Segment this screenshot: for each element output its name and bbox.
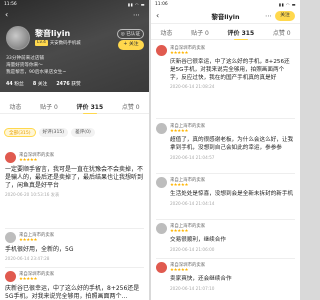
list-item: 来自上海市的卖家 ★★★★★ 超值了，真的很感谢老板，为什么会这么好，让我拿到手… bbox=[151, 121, 300, 160]
filter-positive[interactable]: 好评(315) bbox=[38, 128, 69, 137]
filter-negative[interactable]: 差评(0) bbox=[71, 128, 95, 137]
list-item: 来自深圳市的卖家 ★★★★★ 一定要顺手留言，我可是一直在犹豫会不会卖掉，不是骗… bbox=[0, 150, 149, 198]
bio-last-seen: 33分钟前来过店铺 bbox=[6, 56, 45, 61]
more-icon[interactable]: ⋯ bbox=[265, 11, 272, 21]
comment-header: 来自深圳市的卖家 ★★★★★ bbox=[156, 260, 295, 274]
status-icons: ▮▮ ◠ ▬ bbox=[278, 2, 296, 7]
comment-time: 2020-06-14 21:04:14 bbox=[170, 200, 215, 206]
status-time: 11:56 bbox=[4, 2, 17, 7]
rating-stars: ★★★★★ bbox=[19, 157, 38, 163]
follow-button[interactable]: + 关注 bbox=[118, 40, 144, 50]
rating-stars: ★★★★★ bbox=[170, 128, 189, 134]
stat-likes[interactable]: 2476 获赞 bbox=[56, 80, 81, 87]
back-arrow-icon[interactable]: ‹ bbox=[5, 10, 8, 20]
comment-header: 来自上海市的卖家 ★★★★★ bbox=[5, 230, 144, 244]
comment-header: 来自深圳市的卖家 ★★★★★ bbox=[5, 269, 144, 283]
tab-activity[interactable]: 动态 bbox=[9, 102, 21, 111]
tab-likes[interactable]: 点赞 0 bbox=[273, 28, 291, 37]
tab-posts[interactable]: 贴子 0 bbox=[40, 102, 58, 111]
comment-time: 2020-06-20 10:53:16 发表 bbox=[5, 192, 60, 197]
comment-time: 2020-06-14 21:07:10 bbox=[170, 285, 215, 291]
comment-header: 来自深圳市的卖家 ★★★★★ bbox=[156, 43, 295, 57]
comment-header: 来自上海市的卖家 ★★★★★ bbox=[156, 221, 295, 235]
profile-stats: 44 粉丝 8 关注 2476 获赞 bbox=[6, 80, 81, 87]
comment-header: 来自深圳市的卖家 ★★★★★ bbox=[5, 150, 144, 164]
avatar[interactable] bbox=[5, 270, 16, 282]
comment-text: 庆新谷已很幸运，中了这么好的手机，8+256还是5G手机，对我来说完全够用，拍照… bbox=[5, 285, 140, 300]
comment-text: 生活处处是惊喜，没想到会是全新未拆封的新手机 bbox=[170, 191, 294, 197]
divider bbox=[156, 173, 295, 174]
tab-posts[interactable]: 贴子 0 bbox=[191, 28, 209, 37]
filter-all[interactable]: 全部(315) bbox=[4, 128, 36, 137]
stat-following[interactable]: 8 关注 bbox=[33, 80, 47, 87]
divider bbox=[5, 267, 144, 268]
profile-tabs: 动态 贴子 0 评价 315 点赞 0 bbox=[151, 26, 300, 40]
more-icon[interactable]: ⋯ bbox=[133, 10, 144, 20]
top-nav: ‹ ⋯ bbox=[0, 9, 149, 21]
profile-tabs: 动态 贴子 0 评价 315 点赞 0 bbox=[0, 100, 149, 114]
avatar[interactable] bbox=[5, 231, 16, 243]
divider bbox=[156, 219, 295, 220]
comment-time: 2020-06-14 21:08:24 bbox=[170, 84, 215, 90]
avatar[interactable] bbox=[6, 26, 30, 50]
profile-screen: 11:56 ▮▮ ◠ ▬ ‹ ⋯ 黎音liyin Lv.4 天安数码手机城 ◎ … bbox=[0, 0, 149, 300]
avatar[interactable] bbox=[156, 44, 167, 56]
list-item: 来自上海市的卖家 ★★★★★ 手机很好用，全新的，5G 2020-06-14 2… bbox=[0, 230, 149, 261]
list-item: 来自上海市的卖家 ★★★★★ 生活处处是惊喜，没想到会是全新未拆封的新手机 20… bbox=[151, 175, 300, 206]
rating-stars: ★★★★★ bbox=[170, 228, 189, 234]
stat-fans[interactable]: 44 粉丝 bbox=[6, 80, 24, 87]
tab-reviews[interactable]: 评价 315 bbox=[228, 28, 254, 40]
bio-line-3: 我是黎音，90后水果店女生~ bbox=[6, 70, 67, 75]
comment-header: 来自上海市的卖家 ★★★★★ bbox=[156, 121, 295, 135]
avatar[interactable] bbox=[156, 261, 167, 273]
comment-time: 2020-06-14 21:04:57 bbox=[170, 154, 215, 160]
tab-activity[interactable]: 动态 bbox=[160, 28, 172, 37]
rating-stars: ★★★★★ bbox=[170, 182, 189, 188]
rating-stars: ★★★★★ bbox=[170, 267, 189, 273]
comment-time: 2020-06-14 21:06:00 bbox=[170, 246, 215, 252]
status-bar: 11:06 ▮▮ ◠ ▬ bbox=[151, 0, 300, 9]
tab-reviews[interactable]: 评价 315 bbox=[77, 102, 103, 114]
comment-text: 庆新谷已很幸运，中了这么好的手机，8+256还是5G手机，对我来说完全够用，拍照… bbox=[170, 59, 290, 81]
rating-stars: ★★★★★ bbox=[19, 237, 38, 243]
level-desc: 天安数码手机城 bbox=[49, 41, 81, 46]
bio-line-2: 海量好货等你来～ bbox=[6, 63, 43, 68]
rating-stars: ★★★★★ bbox=[170, 50, 189, 56]
level-tag: Lv.4 bbox=[35, 40, 48, 46]
list-item: 来自深圳市的卖家 ★★★★★ 卖家爽快，还会继续合作 2020-06-14 21… bbox=[151, 260, 300, 291]
top-nav: ‹ 黎音liyin ⋯ 关注 bbox=[151, 9, 300, 24]
avatar[interactable] bbox=[5, 151, 16, 163]
tab-likes[interactable]: 点赞 0 bbox=[122, 102, 140, 111]
divider bbox=[156, 258, 295, 259]
verified-badge: ◎ 已认证 bbox=[116, 29, 144, 39]
follow-button[interactable]: 关注 bbox=[275, 11, 295, 21]
status-bar: 11:56 ▮▮ ◠ ▬ bbox=[0, 0, 149, 9]
list-item: 来自上海市的卖家 ★★★★★ 交易很顺利，继续合作 2020-06-14 21:… bbox=[151, 221, 300, 252]
rating-stars: ★★★★★ bbox=[19, 276, 38, 282]
avatar[interactable] bbox=[156, 122, 167, 134]
comment-text: 交易很顺利，继续合作 bbox=[170, 237, 226, 243]
review-filters: 全部(315) 好评(315) 差评(0) bbox=[4, 128, 95, 137]
divider bbox=[5, 228, 144, 229]
status-time: 11:06 bbox=[155, 2, 168, 7]
comment-time: 2020-06-14 23:47:28 bbox=[5, 256, 50, 261]
avatar[interactable] bbox=[156, 176, 167, 188]
avatar[interactable] bbox=[156, 222, 167, 234]
reviews-screen: 11:06 ▮▮ ◠ ▬ ‹ 黎音liyin ⋯ 关注 动态 贴子 0 评价 3… bbox=[151, 0, 300, 300]
list-item: 来自深圳市的卖家 ★★★★★ 庆新谷已很幸运，中了这么好的手机，8+256还是5… bbox=[151, 43, 300, 89]
comment-text: 一定要顺手留言，我可是一直在犹豫会不会卖掉，不是骗人的，最后还是卖掉了，最后结果… bbox=[5, 166, 144, 189]
screenshot-composite: 11:56 ▮▮ ◠ ▬ ‹ ⋯ 黎音liyin Lv.4 天安数码手机城 ◎ … bbox=[0, 0, 300, 300]
comment-header: 来自上海市的卖家 ★★★★★ bbox=[156, 175, 295, 189]
comment-text: 超值了，真的很感谢老板，为什么会这么好，让我拿到手机，没想到自己会如此的幸运，参… bbox=[170, 137, 294, 151]
list-item: 来自深圳市的卖家 ★★★★★ 庆新谷已很幸运，中了这么好的手机，8+256还是5… bbox=[0, 269, 149, 300]
status-icons: ▮▮ ◠ ▬ bbox=[127, 2, 145, 7]
profile-header: 11:56 ▮▮ ◠ ▬ ‹ ⋯ 黎音liyin Lv.4 天安数码手机城 ◎ … bbox=[0, 0, 149, 92]
divider bbox=[156, 118, 295, 119]
username: 黎音liyin bbox=[35, 29, 71, 38]
comment-text: 手机很好用，全新的，5G bbox=[5, 246, 74, 253]
comment-text: 卖家爽快，还会继续合作 bbox=[170, 276, 232, 282]
user-badge: Lv.4 天安数码手机城 bbox=[35, 39, 81, 47]
